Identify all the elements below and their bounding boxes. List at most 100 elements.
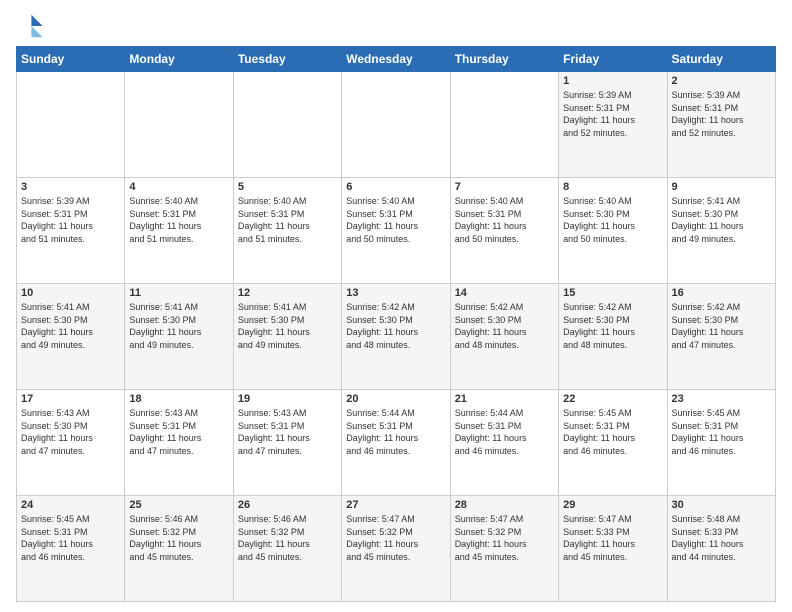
day-number: 28 (455, 499, 554, 511)
day-number: 6 (346, 181, 445, 193)
day-number: 19 (238, 393, 337, 405)
cell-info: Sunrise: 5:45 AM Sunset: 5:31 PM Dayligh… (21, 513, 120, 563)
day-number: 23 (672, 393, 771, 405)
calendar-cell (342, 72, 450, 178)
calendar-cell (17, 72, 125, 178)
cell-info: Sunrise: 5:45 AM Sunset: 5:31 PM Dayligh… (672, 407, 771, 457)
calendar-cell: 7 Sunrise: 5:40 AM Sunset: 5:31 PM Daylig… (450, 178, 558, 284)
day-number: 2 (672, 75, 771, 87)
cell-info: Sunrise: 5:40 AM Sunset: 5:31 PM Dayligh… (238, 195, 337, 245)
day-number: 7 (455, 181, 554, 193)
calendar-cell: 20 Sunrise: 5:44 AM Sunset: 5:31 PM Dayli… (342, 390, 450, 496)
calendar-cell: 22Sunrise: 5:45 AM Sunset: 5:31 PM Dayli… (559, 390, 667, 496)
cell-info: Sunrise: 5:42 AM Sunset: 5:30 PM Dayligh… (455, 301, 554, 351)
calendar-cell: 25 Sunrise: 5:46 AM Sunset: 5:32 PM Dayli… (125, 496, 233, 602)
cell-info: Sunrise: 5:46 AM Sunset: 5:32 PM Dayligh… (129, 513, 228, 563)
cell-info: Sunrise: 5:40 AM Sunset: 5:31 PM Dayligh… (455, 195, 554, 245)
calendar-cell: 24 Sunrise: 5:45 AM Sunset: 5:31 PM Dayli… (17, 496, 125, 602)
day-number: 16 (672, 287, 771, 299)
logo (16, 12, 48, 40)
day-header-friday: Friday (559, 47, 667, 72)
day-number: 17 (21, 393, 120, 405)
cell-info: Sunrise: 5:42 AM Sunset: 5:30 PM Dayligh… (672, 301, 771, 351)
cell-info: Sunrise: 5:41 AM Sunset: 5:30 PM Dayligh… (129, 301, 228, 351)
day-number: 24 (21, 499, 120, 511)
calendar-cell: 16 Sunrise: 5:42 AM Sunset: 5:30 PM Dayli… (667, 284, 775, 390)
header-area (16, 12, 776, 40)
day-header-sunday: Sunday (17, 47, 125, 72)
calendar-cell: 10Sunrise: 5:41 AM Sunset: 5:30 PM Dayli… (17, 284, 125, 390)
calendar-cell: 28 Sunrise: 5:47 AM Sunset: 5:32 PM Dayli… (450, 496, 558, 602)
page: SundayMondayTuesdayWednesdayThursdayFrid… (0, 0, 792, 612)
calendar-cell: 3 Sunrise: 5:39 AM Sunset: 5:31 PM Daylig… (17, 178, 125, 284)
calendar-cell: 2 Sunrise: 5:39 AM Sunset: 5:31 PM Daylig… (667, 72, 775, 178)
day-number: 5 (238, 181, 337, 193)
calendar-cell: 19 Sunrise: 5:43 AM Sunset: 5:31 PM Dayli… (233, 390, 341, 496)
day-number: 15 (563, 287, 662, 299)
calendar-cell (450, 72, 558, 178)
cell-info: Sunrise: 5:39 AM Sunset: 5:31 PM Dayligh… (21, 195, 120, 245)
day-number: 22 (563, 393, 662, 405)
calendar-week-row: 24 Sunrise: 5:45 AM Sunset: 5:31 PM Dayli… (17, 496, 776, 602)
calendar-cell: 23 Sunrise: 5:45 AM Sunset: 5:31 PM Dayli… (667, 390, 775, 496)
calendar-cell: 1 Sunrise: 5:39 AM Sunset: 5:31 PM Daylig… (559, 72, 667, 178)
cell-info: Sunrise: 5:47 AM Sunset: 5:33 PM Dayligh… (563, 513, 662, 563)
cell-info: Sunrise: 5:47 AM Sunset: 5:32 PM Dayligh… (346, 513, 445, 563)
day-number: 30 (672, 499, 771, 511)
cell-info: Sunrise: 5:39 AM Sunset: 5:31 PM Dayligh… (563, 89, 662, 139)
cell-info: Sunrise: 5:41 AM Sunset: 5:30 PM Dayligh… (238, 301, 337, 351)
day-header-thursday: Thursday (450, 47, 558, 72)
day-number: 1 (563, 75, 662, 87)
day-number: 9 (672, 181, 771, 193)
day-header-tuesday: Tuesday (233, 47, 341, 72)
cell-info: Sunrise: 5:47 AM Sunset: 5:32 PM Dayligh… (455, 513, 554, 563)
calendar-cell (233, 72, 341, 178)
day-number: 26 (238, 499, 337, 511)
day-number: 21 (455, 393, 554, 405)
cell-info: Sunrise: 5:46 AM Sunset: 5:32 PM Dayligh… (238, 513, 337, 563)
day-number: 14 (455, 287, 554, 299)
day-number: 3 (21, 181, 120, 193)
cell-info: Sunrise: 5:42 AM Sunset: 5:30 PM Dayligh… (563, 301, 662, 351)
day-header-monday: Monday (125, 47, 233, 72)
calendar-cell: 4 Sunrise: 5:40 AM Sunset: 5:31 PM Daylig… (125, 178, 233, 284)
calendar-cell: 15 Sunrise: 5:42 AM Sunset: 5:30 PM Dayli… (559, 284, 667, 390)
day-number: 20 (346, 393, 445, 405)
calendar-week-row: 1 Sunrise: 5:39 AM Sunset: 5:31 PM Daylig… (17, 72, 776, 178)
day-number: 4 (129, 181, 228, 193)
calendar-cell: 11 Sunrise: 5:41 AM Sunset: 5:30 PM Dayli… (125, 284, 233, 390)
calendar-cell: 8Sunrise: 5:40 AM Sunset: 5:30 PM Daylig… (559, 178, 667, 284)
cell-info: Sunrise: 5:44 AM Sunset: 5:31 PM Dayligh… (455, 407, 554, 457)
logo-icon (16, 12, 44, 40)
calendar-table: SundayMondayTuesdayWednesdayThursdayFrid… (16, 46, 776, 602)
cell-info: Sunrise: 5:40 AM Sunset: 5:31 PM Dayligh… (129, 195, 228, 245)
calendar-cell: 12 Sunrise: 5:41 AM Sunset: 5:30 PM Dayli… (233, 284, 341, 390)
cell-info: Sunrise: 5:48 AM Sunset: 5:33 PM Dayligh… (672, 513, 771, 563)
calendar-cell: 30 Sunrise: 5:48 AM Sunset: 5:33 PM Dayli… (667, 496, 775, 602)
calendar-week-row: 10Sunrise: 5:41 AM Sunset: 5:30 PM Dayli… (17, 284, 776, 390)
cell-info: Sunrise: 5:41 AM Sunset: 5:30 PM Dayligh… (21, 301, 120, 351)
cell-info: Sunrise: 5:39 AM Sunset: 5:31 PM Dayligh… (672, 89, 771, 139)
calendar-cell: 9 Sunrise: 5:41 AM Sunset: 5:30 PM Daylig… (667, 178, 775, 284)
day-number: 12 (238, 287, 337, 299)
day-number: 13 (346, 287, 445, 299)
cell-info: Sunrise: 5:43 AM Sunset: 5:30 PM Dayligh… (21, 407, 120, 457)
cell-info: Sunrise: 5:40 AM Sunset: 5:30 PM Dayligh… (563, 195, 662, 245)
day-header-wednesday: Wednesday (342, 47, 450, 72)
calendar-cell: 13 Sunrise: 5:42 AM Sunset: 5:30 PM Dayli… (342, 284, 450, 390)
calendar-header-row: SundayMondayTuesdayWednesdayThursdayFrid… (17, 47, 776, 72)
calendar-cell: 5 Sunrise: 5:40 AM Sunset: 5:31 PM Daylig… (233, 178, 341, 284)
calendar-cell: 21 Sunrise: 5:44 AM Sunset: 5:31 PM Dayli… (450, 390, 558, 496)
day-number: 18 (129, 393, 228, 405)
calendar-cell (125, 72, 233, 178)
cell-info: Sunrise: 5:43 AM Sunset: 5:31 PM Dayligh… (129, 407, 228, 457)
day-number: 11 (129, 287, 228, 299)
day-number: 25 (129, 499, 228, 511)
calendar-cell: 14 Sunrise: 5:42 AM Sunset: 5:30 PM Dayli… (450, 284, 558, 390)
day-number: 27 (346, 499, 445, 511)
cell-info: Sunrise: 5:40 AM Sunset: 5:31 PM Dayligh… (346, 195, 445, 245)
cell-info: Sunrise: 5:43 AM Sunset: 5:31 PM Dayligh… (238, 407, 337, 457)
cell-info: Sunrise: 5:41 AM Sunset: 5:30 PM Dayligh… (672, 195, 771, 245)
cell-info: Sunrise: 5:44 AM Sunset: 5:31 PM Dayligh… (346, 407, 445, 457)
cell-info: Sunrise: 5:42 AM Sunset: 5:30 PM Dayligh… (346, 301, 445, 351)
